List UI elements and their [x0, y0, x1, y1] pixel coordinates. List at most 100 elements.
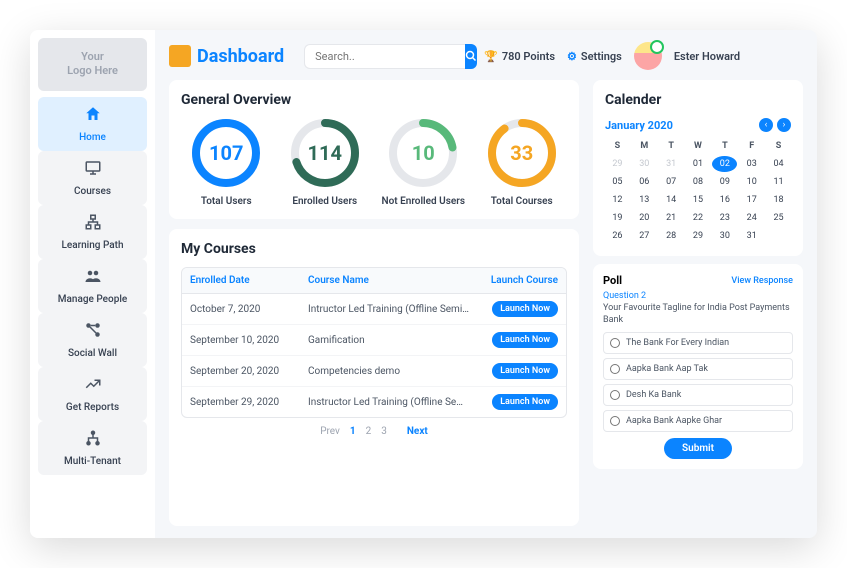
- poll-option[interactable]: The Bank For Every Indian: [603, 332, 793, 354]
- pager-next[interactable]: Next: [407, 426, 428, 437]
- calendar-day[interactable]: 28: [659, 228, 684, 244]
- calendar-day[interactable]: 23: [712, 210, 737, 226]
- poll-submit-button[interactable]: Submit: [664, 438, 732, 459]
- calendar-day[interactable]: 06: [632, 174, 657, 190]
- pager: Prev 123 Next: [181, 418, 567, 437]
- calendar-day[interactable]: 29: [605, 156, 630, 172]
- brand-title: Dashboard: [197, 46, 284, 67]
- settings-link[interactable]: ⚙ Settings: [567, 50, 622, 63]
- launch-button[interactable]: Launch Now: [492, 301, 558, 317]
- poll-radio[interactable]: [610, 416, 620, 426]
- launch-button[interactable]: Launch Now: [492, 394, 558, 410]
- table-row: September 20, 2020Competencies demoLaunc…: [182, 356, 566, 387]
- sidebar-item-home[interactable]: Home: [38, 97, 147, 151]
- calendar-day[interactable]: 14: [659, 192, 684, 208]
- calendar-day[interactable]: 16: [712, 192, 737, 208]
- calendar-day[interactable]: 17: [739, 192, 764, 208]
- calendar-day[interactable]: 19: [605, 210, 630, 226]
- calendar-day[interactable]: 01: [686, 156, 711, 172]
- avatar[interactable]: [634, 42, 662, 70]
- sidebar-item-learning-path[interactable]: Learning Path: [38, 205, 147, 259]
- sidebar-item-manage-people[interactable]: Manage People: [38, 259, 147, 313]
- table-row: September 10, 2020GamificationLaunch Now: [182, 325, 566, 356]
- pager-page[interactable]: 3: [381, 426, 387, 437]
- pager-page[interactable]: 2: [366, 426, 372, 437]
- poll-option[interactable]: Desh Ka Bank: [603, 384, 793, 406]
- overview-card: General Overview 107Total Users114Enroll…: [169, 80, 579, 219]
- calendar-day[interactable]: 31: [659, 156, 684, 172]
- table-row: October 7, 2020Intructor Led Training (O…: [182, 294, 566, 325]
- nav-icon: [84, 321, 102, 344]
- poll-option-label: Desh Ka Bank: [626, 390, 681, 400]
- calendar-day[interactable]: 11: [766, 174, 791, 190]
- cell-name: Gamification: [308, 335, 470, 346]
- sidebar-item-get-reports[interactable]: Get Reports: [38, 367, 147, 421]
- pager-page[interactable]: 1: [350, 426, 356, 437]
- calendar-day[interactable]: 13: [632, 192, 657, 208]
- calendar-dow: S: [766, 138, 791, 154]
- pager-prev[interactable]: Prev: [320, 426, 340, 437]
- calendar-day[interactable]: 15: [686, 192, 711, 208]
- table-header: Enrolled Date Course Name Launch Course: [182, 268, 566, 294]
- nav-icon: [84, 429, 102, 452]
- calendar-day[interactable]: 30: [632, 156, 657, 172]
- calendar-day[interactable]: 29: [686, 228, 711, 244]
- calendar-day[interactable]: 03: [739, 156, 764, 172]
- calendar-day[interactable]: 04: [766, 156, 791, 172]
- nav-icon: [84, 105, 102, 128]
- calendar-day[interactable]: 12: [605, 192, 630, 208]
- col-action: Launch Course: [478, 275, 558, 286]
- calendar-day[interactable]: 30: [712, 228, 737, 244]
- poll-option[interactable]: Aapka Bank Aap Tak: [603, 358, 793, 380]
- search-button[interactable]: [465, 44, 477, 69]
- calendar-day[interactable]: 22: [686, 210, 711, 226]
- stat-value: 114: [308, 141, 342, 165]
- cell-date: October 7, 2020: [190, 304, 300, 315]
- nav-label: Learning Path: [61, 240, 123, 251]
- calendar-day[interactable]: 07: [659, 174, 684, 190]
- col-name: Course Name: [308, 275, 470, 286]
- calendar-day[interactable]: 27: [632, 228, 657, 244]
- poll-question-num: Question 2: [603, 291, 793, 301]
- stat-label: Total Courses: [477, 196, 568, 207]
- nav-label: Get Reports: [66, 402, 119, 413]
- calendar-dow: W: [686, 138, 711, 154]
- poll-radio[interactable]: [610, 390, 620, 400]
- poll-option[interactable]: Aapka Bank Aapke Ghar: [603, 410, 793, 432]
- calendar-month: January 2020: [605, 119, 673, 132]
- sidebar-item-multi-tenant[interactable]: Multi-Tenant: [38, 421, 147, 475]
- search-input[interactable]: [304, 44, 465, 69]
- view-response-link[interactable]: View Response: [731, 276, 793, 286]
- calendar-day[interactable]: 24: [739, 210, 764, 226]
- calendar-dow: S: [605, 138, 630, 154]
- calendar-prev[interactable]: ‹: [759, 118, 773, 132]
- calendar-day[interactable]: 10: [739, 174, 764, 190]
- nav-label: Multi-Tenant: [64, 456, 121, 467]
- launch-button[interactable]: Launch Now: [492, 332, 558, 348]
- sidebar: Your Logo Here HomeCoursesLearning PathM…: [30, 30, 155, 538]
- nav-label: Manage People: [58, 294, 127, 305]
- nav-label: Courses: [74, 186, 111, 197]
- calendar-day[interactable]: 09: [712, 174, 737, 190]
- stat-label: Enrolled Users: [280, 196, 371, 207]
- poll-radio[interactable]: [610, 364, 620, 374]
- calendar-day[interactable]: 18: [766, 192, 791, 208]
- calendar-day[interactable]: 31: [739, 228, 764, 244]
- col-date: Enrolled Date: [190, 275, 300, 286]
- stat-value: 107: [209, 141, 243, 165]
- cell-name: Competencies demo: [308, 366, 470, 377]
- calendar-day[interactable]: 25: [766, 210, 791, 226]
- calendar-day[interactable]: 02: [712, 156, 737, 172]
- calendar-next[interactable]: ›: [777, 118, 791, 132]
- poll-radio[interactable]: [610, 338, 620, 348]
- stat-enrolled-users: 114 Enrolled Users: [280, 118, 371, 207]
- points: 🏆 780 Points: [484, 50, 555, 63]
- calendar-day[interactable]: 26: [605, 228, 630, 244]
- calendar-day[interactable]: 20: [632, 210, 657, 226]
- calendar-day[interactable]: 21: [659, 210, 684, 226]
- launch-button[interactable]: Launch Now: [492, 363, 558, 379]
- calendar-day[interactable]: 08: [686, 174, 711, 190]
- sidebar-item-social-wall[interactable]: Social Wall: [38, 313, 147, 367]
- sidebar-item-courses[interactable]: Courses: [38, 151, 147, 205]
- calendar-day[interactable]: 05: [605, 174, 630, 190]
